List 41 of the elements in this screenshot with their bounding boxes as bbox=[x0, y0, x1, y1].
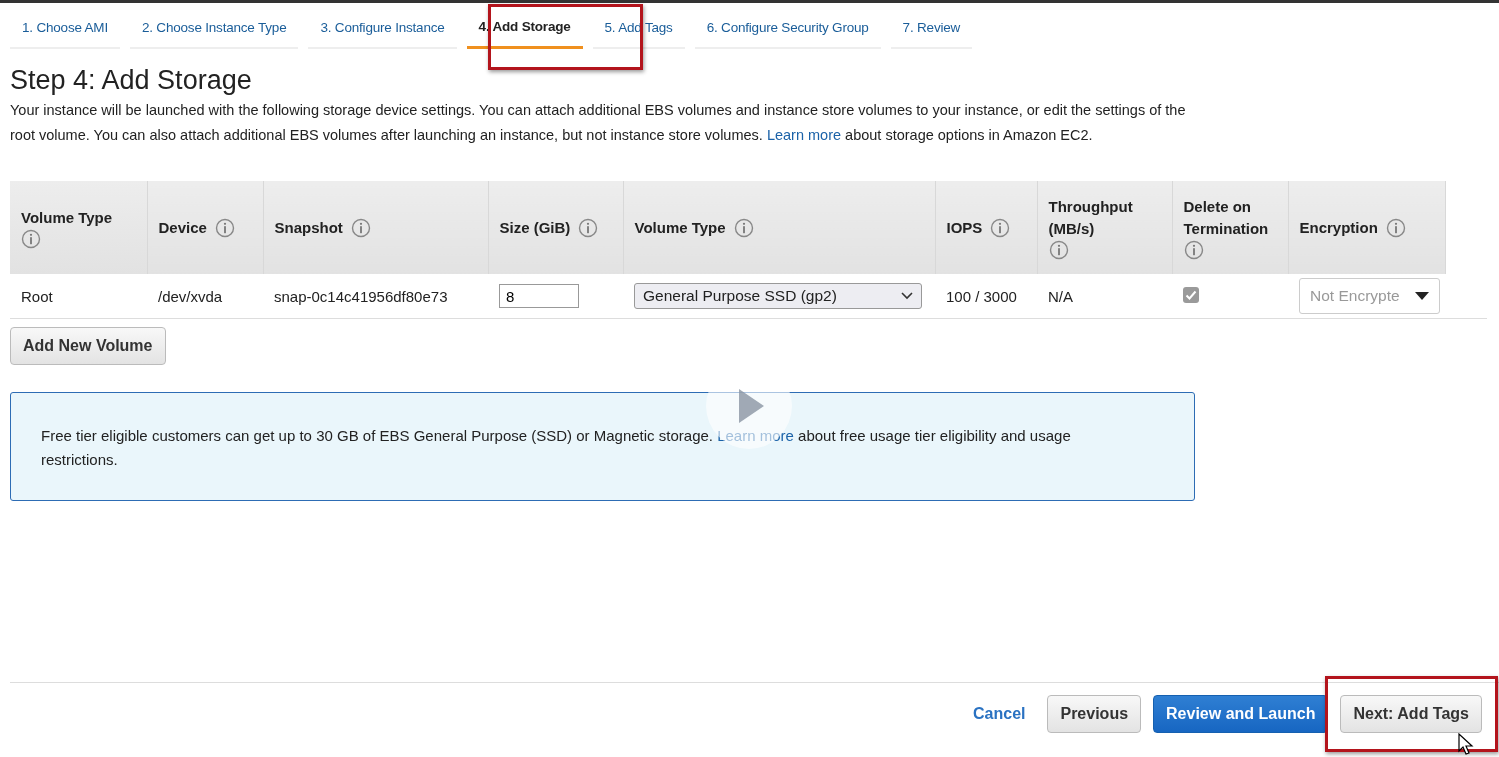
size-input[interactable]: 8 bbox=[499, 284, 579, 308]
info-icon[interactable] bbox=[1048, 239, 1069, 260]
page-title: Step 4: Add Storage bbox=[10, 65, 253, 96]
column-header: Device bbox=[158, 217, 207, 238]
wizard-tab[interactable]: 3. Configure Instance bbox=[308, 8, 457, 49]
column-header: Delete on Termination bbox=[1183, 196, 1270, 239]
info-icon[interactable] bbox=[578, 217, 599, 238]
table-cell: 100 / 3000 bbox=[935, 274, 1037, 319]
info-icon[interactable] bbox=[21, 228, 41, 249]
column-header: Encryption bbox=[1299, 217, 1378, 238]
table-cell: Root bbox=[10, 274, 147, 319]
info-icon[interactable] bbox=[1385, 217, 1406, 238]
cancel-link[interactable]: Cancel bbox=[967, 704, 1032, 724]
checkbox[interactable] bbox=[1183, 286, 1199, 303]
info-icon[interactable] bbox=[214, 217, 235, 238]
notice-text: Free tier eligible customers can get up to 30 GB of EBS General Purpose (SSD) or Magnetic storage. Learn more about free usage tier eligibility and usage restrictions. bbox=[41, 427, 1071, 468]
table-cell: snap-0c14c41956df80e73 bbox=[263, 274, 488, 319]
column-header: Volume Type bbox=[634, 217, 726, 238]
previous-button[interactable]: Previous bbox=[1047, 695, 1142, 733]
description-text: Your instance will be launched with the following storage device settings. You can attach additional EBS volumes and instance store volumes to your instance, or edit the settings of the root volume. You can also attach additional EBS volumes after launching an instance, but not instance store volumes. Learn more about storage options in Amazon EC2. bbox=[10, 101, 1187, 145]
info-icon[interactable] bbox=[733, 217, 754, 238]
wizard-tab[interactable]: 2. Choose Instance Type bbox=[129, 8, 299, 49]
wizard-tab[interactable]: 1. Choose AMI bbox=[10, 8, 120, 49]
info-icon[interactable] bbox=[350, 217, 371, 238]
info-icon[interactable] bbox=[1183, 239, 1204, 260]
column-header: Throughput (MB/s) bbox=[1048, 196, 1134, 239]
next-button[interactable]: Next: Add Tags bbox=[1340, 695, 1482, 733]
info-icon[interactable] bbox=[990, 217, 1011, 238]
caret-icon bbox=[1415, 292, 1429, 300]
column-header: IOPS bbox=[946, 217, 983, 238]
add-volume-button[interactable]: Add New Volume bbox=[10, 327, 166, 365]
column-header: Size (GiB) bbox=[499, 217, 571, 238]
chevron-icon bbox=[901, 292, 913, 300]
wizard-tab[interactable]: 7. Review bbox=[890, 8, 973, 49]
table-cell: N/A bbox=[1037, 274, 1172, 319]
table-cell: /dev/xvda bbox=[147, 274, 263, 319]
learn-more-link[interactable]: Learn more bbox=[766, 126, 842, 143]
volume-type-select[interactable]: General Purpose SSD (gp2) bbox=[634, 283, 922, 309]
column-header: Volume Type bbox=[21, 207, 113, 228]
column-header: Snapshot bbox=[274, 217, 343, 238]
wizard-tab[interactable]: 6. Configure Security Group bbox=[694, 8, 881, 49]
